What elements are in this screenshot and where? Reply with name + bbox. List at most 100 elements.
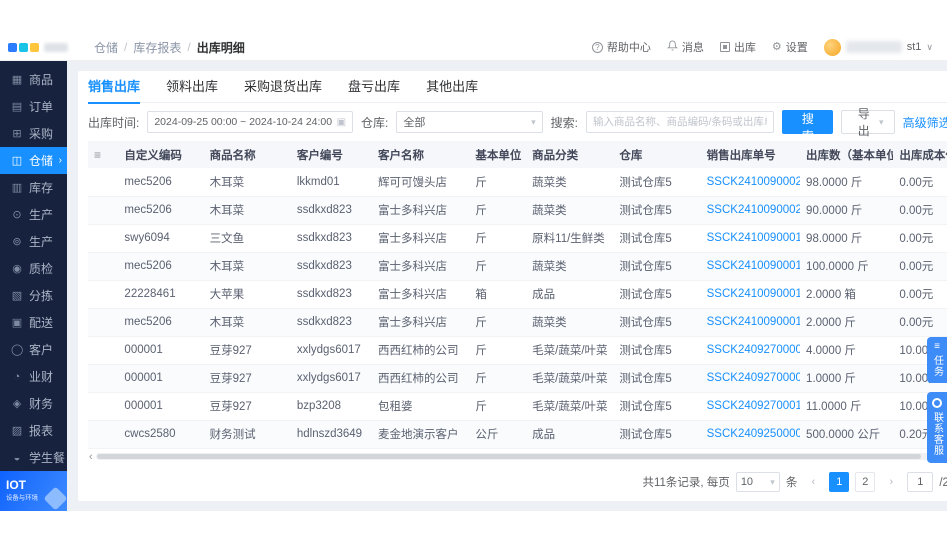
prev-page-button[interactable]: ‹ (803, 472, 823, 492)
cell: ssdkxd823 (290, 308, 372, 337)
cell: 豆芽927 (203, 392, 291, 421)
tab-purchase-return-out[interactable]: 采购退货出库 (244, 71, 322, 103)
page-button-1[interactable]: 1 (829, 472, 850, 492)
screen-icon (719, 42, 730, 52)
tab-sales-out[interactable]: 销售出库 (88, 71, 141, 104)
customer-service-float-button[interactable]: 联系客服 (927, 392, 947, 463)
cell: 成品 (526, 280, 614, 309)
breadcrumb-separator: / (124, 40, 128, 54)
scroll-left-icon[interactable]: ‹ (88, 451, 94, 462)
sidebar-item-purchase[interactable]: ⊞ 采购 (0, 120, 67, 147)
sidebar-item-quality[interactable]: ◉ 质检 (0, 255, 67, 282)
sidebar-item-label: 库存 (29, 181, 54, 195)
page-size-value: 10 (740, 476, 754, 488)
sidebar-item-studentmeal[interactable]: ◒ 学生餐 (0, 444, 67, 471)
cell: 0.00元 (893, 252, 947, 281)
cell: cwcs2580 (118, 420, 204, 449)
task-float-button[interactable]: ≡ 任务 (927, 337, 947, 383)
cell: 000001 (118, 392, 204, 421)
cell: ssdkxd823 (290, 252, 372, 281)
username-blurred (845, 41, 902, 53)
cell: 蔬菜类 (526, 308, 614, 337)
outbound-order-link[interactable]: SSCK24100900017 (700, 224, 801, 253)
export-button[interactable]: 导出 ▾ (841, 107, 895, 138)
breadcrumb-item[interactable]: 库存报表 (133, 39, 181, 56)
search-input[interactable] (585, 111, 775, 133)
tab-loss-out[interactable]: 盘亏出库 (348, 71, 400, 103)
tab-other-out[interactable]: 其他出库 (426, 71, 478, 103)
row-selector-cell (88, 392, 119, 421)
sidebar-item-goods[interactable]: ▦ 商品 (0, 66, 67, 93)
page-jump-input[interactable] (907, 472, 934, 492)
iot-logo-text: IOT (6, 478, 26, 492)
cell: 22228461 (118, 280, 204, 309)
user-menu[interactable]: st1 ∨ (823, 38, 933, 56)
task-list-icon: ≡ (934, 341, 940, 352)
cell: 2.0000 斤 (800, 308, 894, 337)
cell: 2.0000 箱 (800, 280, 894, 309)
outbound-order-link[interactable]: SSCK24100900021 (700, 168, 801, 197)
cell: 斤 (469, 364, 527, 393)
outbound-order-link[interactable]: SSCK24092500004 (700, 420, 801, 449)
topbar-action-screen[interactable]: 出库 (719, 39, 756, 55)
sidebar-item-production2[interactable]: ⊚ 生产 (0, 228, 67, 255)
outbound-order-link[interactable]: SSCK24092700011 (700, 392, 801, 421)
sidebar-item-stock[interactable]: ▥ 库存 (0, 174, 67, 201)
row-selector-cell (88, 168, 119, 197)
cell: 98.0000 斤 (800, 168, 894, 197)
sidebar-item-reports[interactable]: ▨ 报表 (0, 417, 67, 444)
sidebar-item-finance[interactable]: ◈ 财务 (0, 390, 67, 417)
cell: 98.0000 斤 (800, 224, 894, 253)
column-settings-header[interactable]: ≡ (88, 141, 119, 168)
scrollbar-track[interactable] (95, 453, 947, 460)
outbound-order-link[interactable]: SSCK24100900015 (700, 280, 801, 309)
cell: mec5206 (118, 196, 204, 225)
warehouse-select[interactable]: 全部 ▾ (396, 111, 543, 133)
tab-picking-out[interactable]: 领料出库 (166, 71, 218, 103)
next-page-button[interactable]: › (881, 472, 901, 492)
topbar-action-help[interactable]: ? 帮助中心 (591, 39, 651, 55)
sidebar-footer: IOT 设备与环境 (0, 471, 67, 511)
topbar-action-message[interactable]: 消息 (666, 39, 704, 55)
sidebar-item-orders[interactable]: ▤ 订单 (0, 93, 67, 120)
page-size-select[interactable]: 10 ▾ (735, 472, 780, 492)
column-header-3: 客户名称 (372, 141, 470, 168)
cell: 0.00元 (893, 280, 947, 309)
search-button[interactable]: 搜索 (782, 110, 834, 143)
cell: 箱 (469, 280, 527, 309)
outbound-order-link[interactable]: SSCK24092700004 (700, 364, 801, 393)
advanced-filter-link[interactable]: 高级筛选 ∨ (903, 114, 947, 131)
cell: 测试仓库5 (613, 224, 701, 253)
cell: 毛菜/蔬菜/叶菜 (526, 364, 614, 393)
cell: 测试仓库5 (613, 364, 701, 393)
sidebar-item-label: 学生餐 (29, 451, 66, 465)
sidebar-item-delivery[interactable]: ▣ 配送 (0, 309, 67, 336)
outbound-order-link[interactable]: SSCK24100900017 (700, 252, 801, 281)
cell: 毛菜/蔬菜/叶菜 (526, 392, 614, 421)
iot-logo-subtitle: 设备与环境 (6, 493, 38, 502)
sidebar-item-customer[interactable]: ◯ 客户 (0, 336, 67, 363)
topbar-action-settings[interactable]: ⚙ 设置 (772, 39, 808, 55)
scrollbar-thumb[interactable] (96, 454, 922, 459)
purchase-icon: ⊞ (12, 128, 22, 140)
cell: 公斤 (469, 420, 527, 449)
sidebar-item-sorting[interactable]: ▧ 分拣 (0, 282, 67, 309)
row-selector-cell (88, 252, 119, 281)
sidebar-item-production[interactable]: ⊙ 生产 (0, 201, 67, 228)
breadcrumb-item[interactable]: 仓储 (94, 39, 118, 56)
outbound-table: ≡ 自定义编码 商品名称 客户编号 客户名称 基本单位 商品分类 仓库 销售出库单号 出库数（基本… (88, 141, 947, 449)
table-row: 22228461 大苹果 ssdkxd823 富士多科兴店箱成品 测试仓库5 SSCK24… (88, 280, 947, 309)
sidebar-item-bizfinance[interactable]: ◔ 业财 (0, 363, 67, 390)
sidebar-item-label: 生产 (29, 235, 54, 249)
chevron-right-icon: › (58, 155, 62, 166)
cell: 木耳菜 (203, 252, 291, 281)
page-button-2[interactable]: 2 (855, 472, 876, 492)
date-range-input[interactable]: 2024-09-25 00:00 ~ 2024-10-24 24:00 ▣ (147, 111, 354, 133)
rocket-illustration (43, 486, 67, 511)
outbound-order-link[interactable]: SSCK24100900020 (700, 196, 801, 225)
sidebar-menu: ▦ 商品 ▤ 订单 ⊞ 采购 ◫ 仓储 › ▥ 库存 ⊙ 生产 ⊚ 生产 ◉ 质检 ▧ 分拣 ▣ 配送 ◯ 客户 ◔ 业财 ◈ 财务… (0, 61, 67, 471)
outbound-order-link[interactable]: SSCK24100900015 (700, 308, 801, 337)
sidebar-item-warehouse[interactable]: ◫ 仓储 › (0, 147, 67, 174)
outbound-order-link[interactable]: SSCK24092700004 (700, 336, 801, 365)
cell: 000001 (118, 364, 204, 393)
